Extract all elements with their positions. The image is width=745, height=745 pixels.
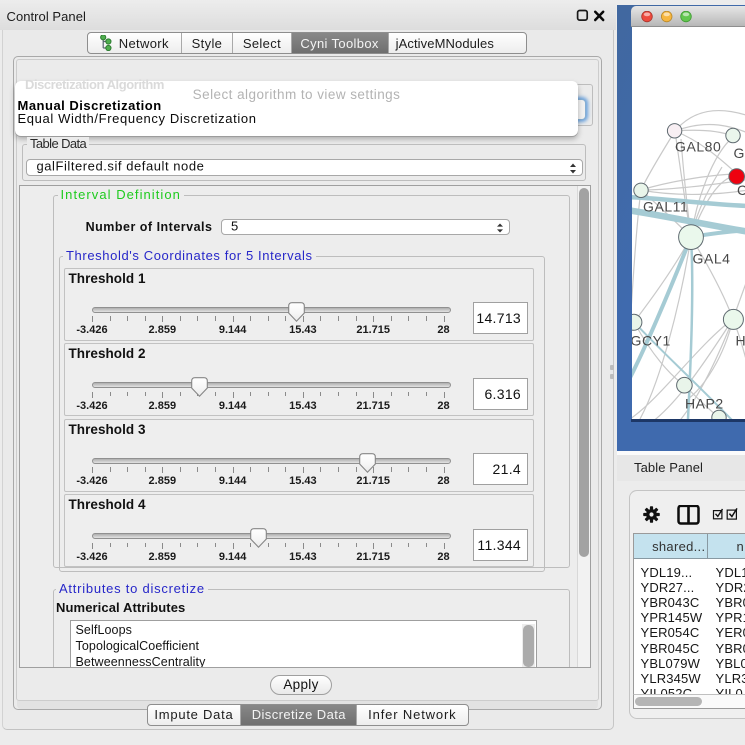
- svg-text:G.: G.: [734, 145, 745, 161]
- svg-text:H: H: [736, 333, 745, 349]
- svg-text:GAL11: GAL11: [643, 199, 688, 215]
- svg-text:GCY1: GCY1: [632, 333, 671, 349]
- svg-text:GAL4: GAL4: [693, 251, 731, 267]
- svg-text:GAL80: GAL80: [675, 139, 721, 155]
- svg-text:HAP2: HAP2: [685, 396, 724, 412]
- svg-text:C: C: [737, 182, 745, 198]
